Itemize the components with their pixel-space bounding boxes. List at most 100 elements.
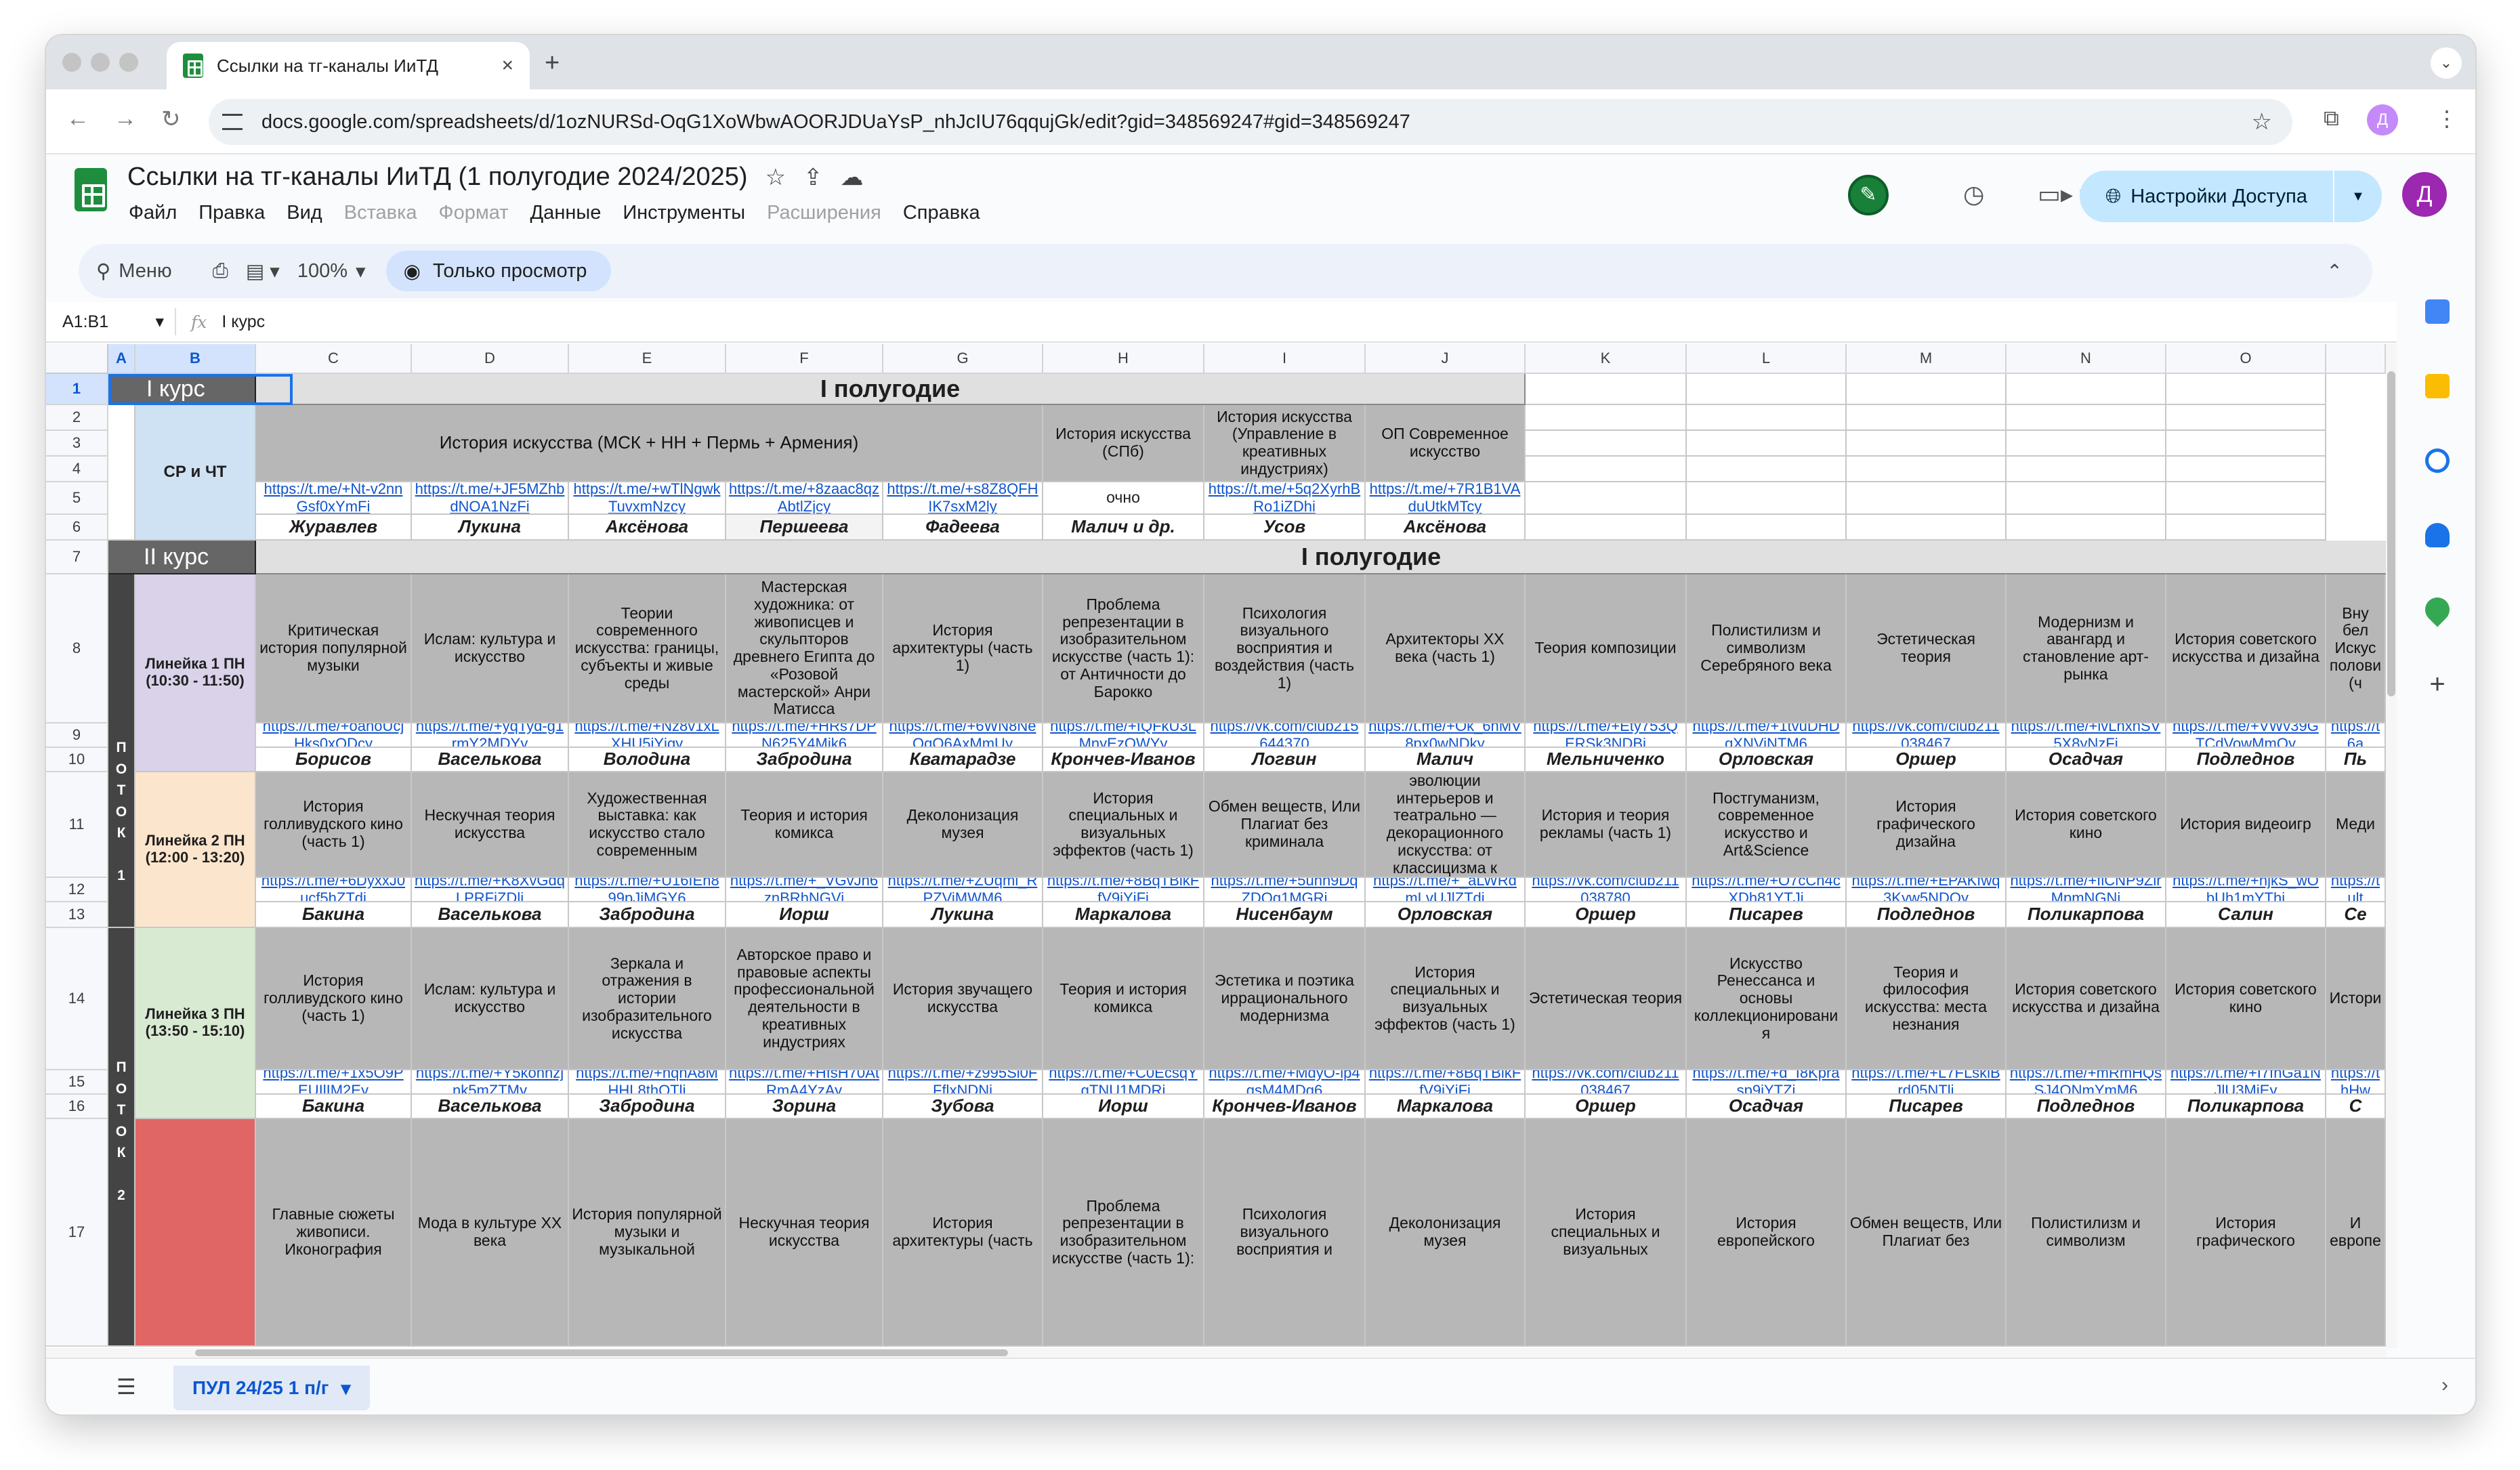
row-header-2[interactable]: 2 (46, 405, 108, 431)
teacher-cell[interactable]: Васелькова (412, 902, 569, 928)
all-sheets-icon[interactable]: ☰ (117, 1374, 136, 1400)
forward-icon[interactable]: → (114, 106, 137, 132)
kurs-2-label[interactable]: II курс (108, 541, 256, 574)
teacher-cell[interactable]: Иорш (726, 902, 883, 928)
subject-cell[interactable]: Вну бел Искус полови (ч (2326, 574, 2386, 723)
menu-insert[interactable]: Вставка (344, 202, 417, 224)
menu-tools[interactable]: Инструменты (623, 202, 745, 224)
row-header-10[interactable]: 10 (46, 748, 108, 772)
teacher-cell[interactable]: Забродина (569, 902, 726, 928)
subject-cell[interactable]: История советского кино (2007, 772, 2166, 878)
subject-cell[interactable]: Теории современного искусства: границы, … (569, 574, 726, 723)
in-person-cell[interactable]: очно (1043, 482, 1204, 515)
subject-cell[interactable]: Нескучная теория искусства (726, 1119, 883, 1347)
teacher-cell[interactable]: Орловская (1687, 748, 1847, 772)
subject-cell[interactable]: Меди (2326, 772, 2386, 878)
calendar-icon[interactable] (2425, 299, 2450, 324)
account-avatar[interactable]: Д (2402, 172, 2447, 217)
empty-cell[interactable] (1526, 374, 1687, 405)
teacher-cell[interactable]: Салин (2166, 902, 2326, 928)
empty-cell[interactable] (2007, 405, 2166, 431)
column-header-k[interactable]: K (1526, 344, 1687, 374)
spreadsheet-grid[interactable]: A B C D E F G H I J K L M N O 1 2 3 4 5 6 7 8 9 10 11 12 13 14 15 16 17… (46, 344, 2386, 1348)
column-header-m[interactable]: M (1847, 344, 2007, 374)
teacher-cell[interactable]: Аксёнова (569, 515, 726, 541)
share-dropdown-icon[interactable]: ▼ (2334, 189, 2382, 205)
column-header-j[interactable]: J (1366, 344, 1526, 374)
share-button[interactable]: 🌐︎ Настройки Доступа ▼ (2080, 171, 2382, 222)
channel-link[interactable]: https://t.me/+flCNP9ZirMpmNGNi (2007, 878, 2166, 902)
subject-cell[interactable]: Архитекторы XX века (часть 1) (1366, 574, 1526, 723)
channel-link[interactable]: https://t.me/+C0EcsqYgTNU1MDRi (1043, 1070, 1204, 1095)
channel-link[interactable]: https://vk.com/club211038780 (1526, 878, 1687, 902)
teacher-cell[interactable]: Нисенбаум (1204, 902, 1366, 928)
cloud-status-icon[interactable]: ☁ (841, 164, 864, 191)
teacher-cell[interactable]: С (2326, 1095, 2386, 1119)
reload-icon[interactable]: ↻ (161, 106, 181, 133)
channel-link[interactable]: https://t.me/+MdyO-lp4gsM4MDg6 (1204, 1070, 1366, 1095)
subject-cell[interactable]: Авторское право и правовые аспекты профе… (726, 928, 883, 1070)
empty-cell[interactable] (1687, 431, 1847, 457)
subject-cell[interactable]: ОП Современное искусство (1366, 405, 1526, 482)
channel-link[interactable]: https://t.me/+yqTyd-g1rmY2MDYy (412, 723, 569, 748)
subject-cell[interactable]: Теория и история комикса (726, 772, 883, 878)
row-header-13[interactable]: 13 (46, 902, 108, 928)
channel-link[interactable]: https://t.me/+6WN8NeQqO6AxMmUy (883, 723, 1043, 748)
line-label[interactable]: Линейка 3 ПН (13:50 - 15:10) (135, 928, 256, 1119)
teacher-cell[interactable]: Лукина (412, 515, 569, 541)
menu-search[interactable]: ⚲ Меню (96, 259, 172, 283)
menu-extensions[interactable]: Расширения (767, 202, 881, 224)
polugodie-header[interactable]: I полугодие (256, 541, 2386, 574)
contacts-icon[interactable] (2425, 523, 2450, 547)
column-header-o[interactable]: O (2166, 344, 2326, 374)
line-label[interactable]: Линейка 2 ПН (12:00 - 13:20) (135, 772, 256, 928)
paint-format-icon[interactable]: ▤ ▾ (246, 259, 280, 283)
browser-menu-icon[interactable]: ⋮ (2436, 106, 2458, 131)
subject-cell[interactable]: Мода в культуре XX века (412, 1119, 569, 1347)
new-tab-icon[interactable]: + (545, 49, 560, 78)
channel-link[interactable]: https://t ult (2326, 878, 2386, 902)
teacher-cell[interactable]: Мельниченко (1526, 748, 1687, 772)
teacher-cell[interactable]: Борисов (256, 748, 412, 772)
teacher-cell[interactable]: Се (2326, 902, 2386, 928)
channel-link[interactable]: https://vk.com/club211038467 (1526, 1070, 1687, 1095)
row-header-11[interactable]: 11 (46, 772, 108, 878)
browser-tab[interactable]: Ссылки на тг-каналы ИиТД × (167, 42, 530, 89)
channel-link[interactable]: https://t.me/+ZUqmi_RPZViMWM6 (883, 878, 1043, 902)
row-header-16[interactable]: 16 (46, 1095, 108, 1119)
teacher-cell[interactable]: Осадчая (2007, 748, 2166, 772)
channel-link[interactable]: https://t.me/+1x5O9PEUIlIM2Ey (256, 1070, 412, 1095)
zoom-select[interactable]: 100% ▾ (297, 259, 366, 283)
channel-link[interactable]: https://t.me/+7R1B1VAduUtkMTcy (1366, 482, 1526, 515)
channel-link[interactable]: https://t.me/+s8Z8QFHIK7sxM2ly (883, 482, 1043, 515)
sheets-logo-icon[interactable] (75, 168, 107, 211)
site-info-icon[interactable] (222, 114, 243, 130)
channel-link[interactable]: https://t.me/+_aLWRdmLvUJlZTdi (1366, 878, 1526, 902)
empty-cell[interactable] (1687, 482, 1847, 515)
empty-cell[interactable] (1847, 515, 2007, 541)
row-header-6[interactable]: 6 (46, 515, 108, 541)
subject-cell[interactable]: История советского кино (2166, 928, 2326, 1070)
move-icon[interactable]: ⇪ (803, 164, 823, 191)
channel-link[interactable]: https://t.me/+fQFkU3LMnyEzOWYy (1043, 723, 1204, 748)
channel-link[interactable]: https://t.me/+njkS_wObUh1mYThi (2166, 878, 2326, 902)
channel-link[interactable]: https://t.me/+wTlNgwkTuvxmNzcy (569, 482, 726, 515)
subject-cell[interactable]: Постгуманизм, современное искусство и Ar… (1687, 772, 1847, 878)
subject-cell[interactable]: История графического дизайна (1847, 772, 2007, 878)
subject-cell[interactable]: Ислам: культура и искусство (412, 574, 569, 723)
channel-link[interactable]: https://t.me/+HfsH70AtRmA4YzAy (726, 1070, 883, 1095)
teacher-cell[interactable]: Крончев-Иванов (1204, 1095, 1366, 1119)
star-icon[interactable]: ☆ (765, 164, 786, 191)
empty-cell[interactable] (1847, 457, 2007, 482)
teacher-cell[interactable]: Оршер (1847, 748, 2007, 772)
empty-cell[interactable] (1687, 457, 1847, 482)
subject-cell[interactable]: Проблема репрезентации в изобразительном… (1043, 1119, 1204, 1347)
add-addon-icon[interactable]: + (2425, 671, 2450, 698)
channel-link[interactable]: https://t.me/+Nz8v1xLXHU5iYjgy (569, 723, 726, 748)
empty-cell[interactable] (1847, 374, 2007, 405)
channel-link[interactable]: https://t.me/+JF5MZhbdNOA1NzFi (412, 482, 569, 515)
channel-link[interactable]: https://t.me/+I7fnGa1NJlU3MjEy (2166, 1070, 2326, 1095)
subject-cell[interactable]: Эстетика и поэтика иррационального модер… (1204, 928, 1366, 1070)
teacher-cell[interactable]: Писарев (1687, 902, 1847, 928)
subject-cell[interactable]: Деколонизация музея (883, 772, 1043, 878)
